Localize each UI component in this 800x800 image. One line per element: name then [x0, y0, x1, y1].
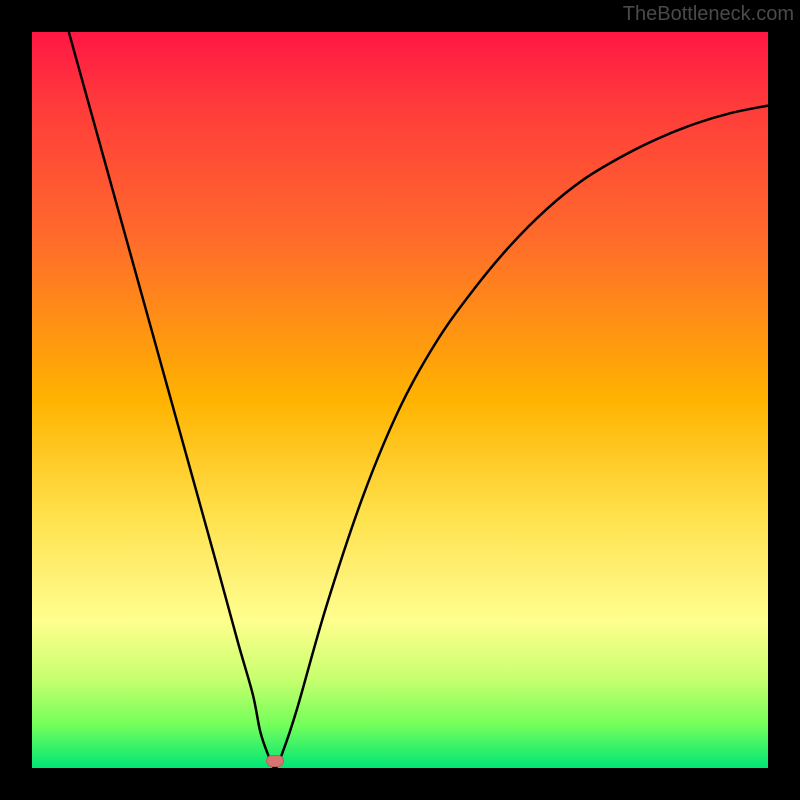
optimal-point-marker: [266, 755, 284, 767]
attribution-text: TheBottleneck.com: [623, 0, 794, 28]
gradient-background: [32, 32, 768, 768]
plot-area: [32, 32, 768, 768]
chart-root: TheBottleneck.com: [0, 0, 800, 800]
